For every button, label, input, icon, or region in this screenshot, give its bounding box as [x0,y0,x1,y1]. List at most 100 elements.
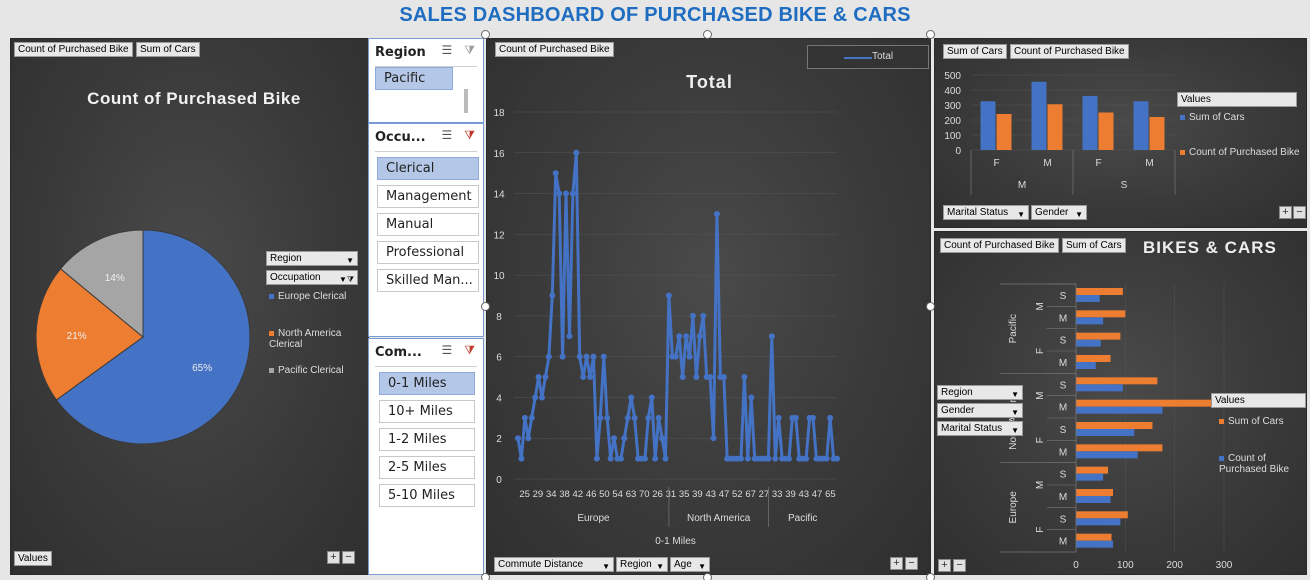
line-point [518,455,525,462]
multi-select-icon[interactable]: ☰ [442,128,453,142]
line-point [768,333,775,340]
line-point [549,292,556,299]
commute-slicer-item[interactable]: 5-10 Miles [379,484,475,507]
line-point [748,394,755,401]
selection-handle[interactable] [481,30,490,39]
status-label: M [1059,313,1067,324]
selection-handle[interactable] [926,302,935,311]
y-tick-label: 500 [944,71,961,82]
multi-select-icon[interactable]: ☰ [442,43,453,57]
line-point [686,353,693,360]
x-tick-label: 54 [612,489,623,500]
bar [1076,473,1104,481]
commute-slicer-item[interactable]: 2-5 Miles [379,456,475,479]
gender-label: M [1035,302,1046,310]
line-point [823,455,830,462]
filter-label: Commute Distance [498,559,584,570]
bar [1076,399,1220,407]
bar [1076,533,1112,541]
dashboard-title: SALES DASHBOARD OF PURCHASED BIKE & CARS [399,4,911,26]
hbar-chart-panel[interactable]: Count of Purchased Bike Sum of Cars BIKE… [934,231,1307,575]
selection-handle[interactable] [703,573,712,580]
occupation-slicer-item[interactable]: Clerical [377,157,479,180]
age-filter-button[interactable]: Age ▼ [670,557,710,572]
selection-handle[interactable] [926,573,935,580]
expand-icon[interactable]: + [890,557,903,570]
dropdown-arrow-icon: ▼ [1011,426,1019,435]
gender-filter-button[interactable]: Gender ▼ [937,403,1023,418]
selection-handle[interactable] [703,30,712,39]
x-tick-label: 47 [812,489,823,500]
y-tick-label: 14 [493,190,505,201]
filter-label: Age [674,559,692,570]
line-point [792,414,799,421]
legend-label: Europe Clerical [278,291,347,302]
bar [980,101,996,150]
filter-label: Marital Status [947,207,1009,218]
gender-filter-button[interactable]: Gender ▼ [1031,205,1087,220]
occupation-filter-button[interactable]: Occupation ▼⧩ [266,270,358,285]
pie-chart-panel[interactable]: Count of Purchased Bike Sum of Cars Coun… [10,38,369,575]
occupation-slicer[interactable]: Occu... ☰ ⧩ Clerical Management Manual Pr… [368,123,484,337]
x-tick-label: 34 [546,489,557,500]
region-label: Europe [1008,491,1019,524]
dropdown-arrow-icon: ▼ [1017,210,1025,219]
line-point [525,435,532,442]
commute-slicer-item[interactable]: 10+ Miles [379,400,475,423]
legend-swatch [1180,114,1185,120]
slicer-divider [375,366,477,367]
occupation-slicer-item[interactable]: Management [377,185,479,208]
collapse-icon[interactable]: − [905,557,918,570]
line-point [683,333,690,340]
expand-icon[interactable]: + [938,559,951,572]
collapse-icon[interactable]: − [1293,206,1306,219]
clear-filter-icon[interactable]: ⧩ [464,128,475,142]
values-button[interactable]: Values [14,551,52,566]
bar-chart-panel[interactable]: Sum of Cars Count of Purchased Bike 0 100… [934,38,1307,228]
line-point [611,435,618,442]
bar [1076,310,1126,318]
commute-slicer-item[interactable]: 0-1 Miles [379,372,475,395]
line-chart-panel[interactable]: Count of Purchased Bike Total Total 0246… [486,38,931,575]
filter-label: Marital Status [941,423,1003,434]
x-tick-label: 25 [519,489,530,500]
occupation-slicer-item[interactable]: Manual [377,213,479,236]
status-label: S [1060,291,1067,302]
collapse-icon[interactable]: − [342,551,355,564]
marital-status-filter-button[interactable]: Marital Status ▼ [943,205,1029,220]
commute-slicer-header: Com... [375,345,422,360]
commute-slicer-item[interactable]: 1-2 Miles [379,428,475,451]
slicer-scrollbar[interactable] [464,89,468,113]
x-tick-label: 50 [599,489,610,500]
occupation-slicer-item[interactable]: Professional [377,241,479,264]
region-filter-button[interactable]: Region ▼ [266,251,358,266]
line-point [542,374,549,381]
region-filter-button[interactable]: Region ▼ [937,385,1023,400]
marital-status-filter-button[interactable]: Marital Status ▼ [937,421,1023,436]
line-point [696,333,703,340]
region-filter-button[interactable]: Region ▼ [616,557,668,572]
region-slicer-item-pacific[interactable]: Pacific [375,67,453,90]
clear-filter-icon[interactable]: ⧩ [464,43,475,57]
selection-handle[interactable] [481,302,490,311]
expand-icon[interactable]: + [327,551,340,564]
occupation-slicer-item[interactable]: Skilled Man... [377,269,479,292]
collapse-icon[interactable]: − [953,559,966,572]
filter-label: Gender [1035,207,1069,218]
legend-label: Count of Purchased Bike [1189,147,1300,158]
selection-handle[interactable] [926,30,935,39]
region-slicer[interactable]: Region ☰ ⧩ Pacific [368,38,484,123]
selection-handle[interactable] [481,573,490,580]
line-point [765,455,772,462]
clear-filter-icon[interactable]: ⧩ [464,343,475,357]
commute-slicer[interactable]: Com... ☰ ⧩ 0-1 Miles 10+ Miles 1-2 Miles … [368,338,484,575]
legend-label: Sum of Cars [1189,112,1245,123]
bar [1076,339,1101,347]
commute-distance-filter-button[interactable]: Commute Distance ▼ [494,557,614,572]
bar [1076,466,1109,474]
x-tick-label: 43 [705,489,716,500]
expand-icon[interactable]: + [1279,206,1292,219]
legend-swatch [269,330,274,336]
bar [1098,112,1114,150]
multi-select-icon[interactable]: ☰ [442,343,453,357]
